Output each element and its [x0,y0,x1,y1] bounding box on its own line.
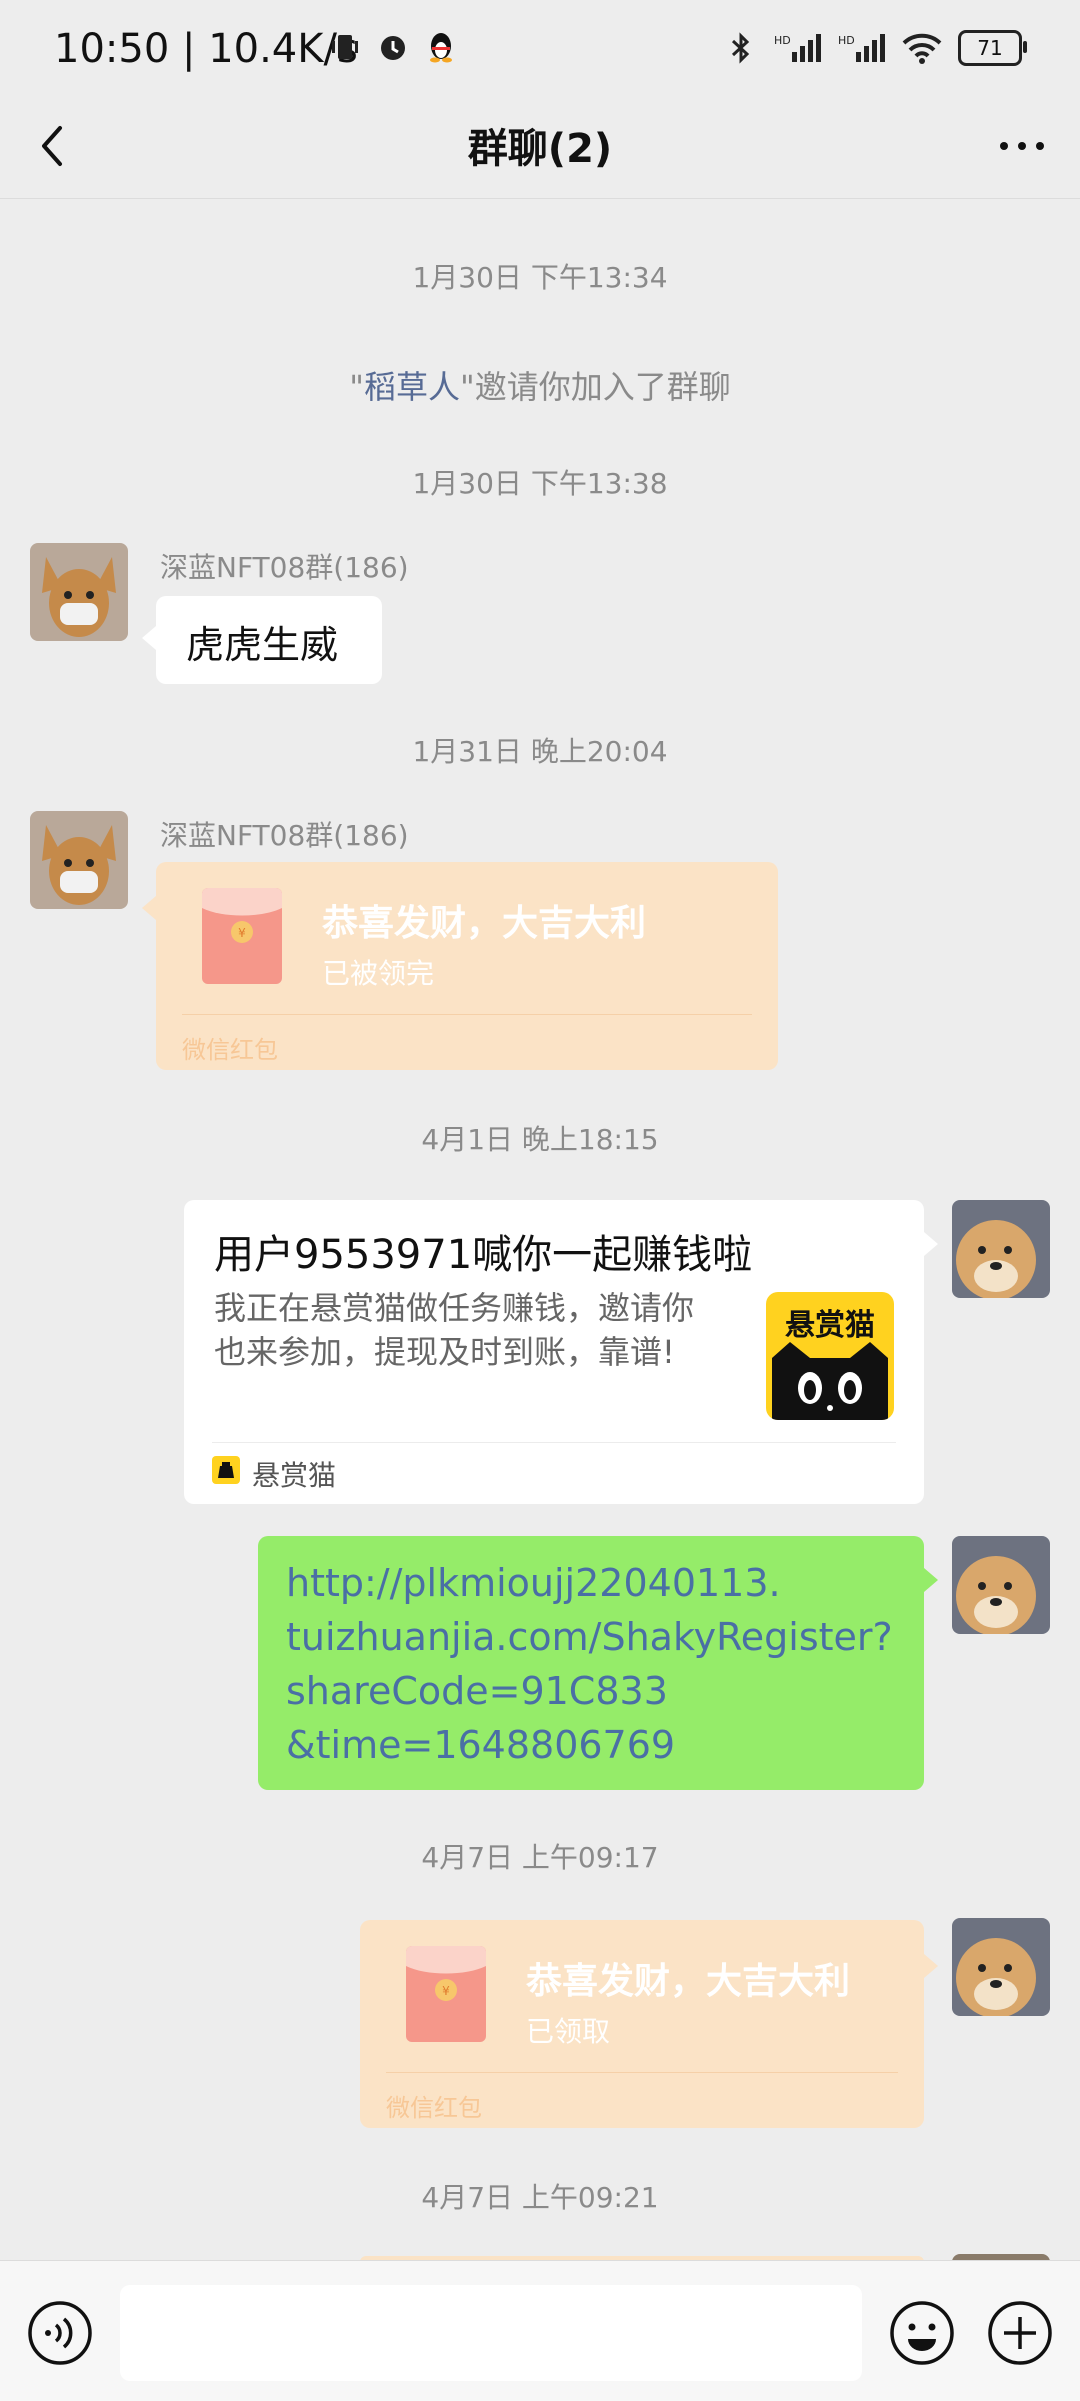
svg-text:HD: HD [774,34,791,47]
emoji-icon[interactable] [888,2299,956,2367]
system-message: "稻草人"邀请你加入了群聊 [349,368,731,406]
timestamp: 4月7日 上午09:21 [421,2181,659,2214]
message-input[interactable] [120,2285,862,2381]
timestamp: 1月30日 下午13:38 [412,467,668,500]
hd-signal-icon: HD [838,31,886,65]
message-bubble[interactable]: 虎虎生威 [142,596,382,684]
status-icons-left [328,30,458,64]
status-time: 10:50 | 10.4K/s [54,26,358,72]
message-text: 虎虎生威 [186,623,339,667]
voice-icon[interactable] [26,2299,94,2367]
card-logo: 悬赏猫 [766,1292,894,1420]
sender-name: 深蓝NFT08群(186) [160,819,409,852]
sender-name: 深蓝NFT08群(186) [160,551,409,584]
cat-icon [772,1342,888,1420]
timestamp: 4月1日 晚上18:15 [421,1123,659,1156]
chat-title: 群聊(2) [467,126,613,172]
red-packet-title: 恭喜发财，大吉大利 [526,1961,851,2002]
self-avatar[interactable] [952,1200,1050,1298]
battery-icon: 71 [958,30,1027,66]
svg-text:¥: ¥ [442,1984,450,1998]
bluetooth-icon [724,31,758,65]
card-description: 我正在悬赏猫做任务赚钱，邀请你 也来参加，提现及时到账，靠谱! [214,1289,695,1371]
red-packet-status: 已领取 [526,2015,611,2048]
status-icons-right: HD HD 71 [724,30,1027,66]
svg-text:HD: HD [838,34,855,47]
timestamp: 1月31日 晚上20:04 [412,735,668,768]
red-packet-status: 已被领完 [322,957,435,990]
plus-icon[interactable] [986,2299,1054,2367]
inviter-name-link[interactable]: 稻草人 [364,368,460,406]
self-avatar[interactable] [952,1918,1050,2016]
timestamp: 4月7日 上午09:17 [421,1841,659,1874]
red-packet-footer: 微信红包 [386,2094,482,2122]
avatar[interactable] [30,543,128,641]
self-avatar[interactable] [952,1536,1050,1634]
red-packet-footer: 微信红包 [182,1036,278,1064]
red-packet-message[interactable]: ¥ 恭喜发财，大吉大利 已领取 微信红包 [360,1920,938,2128]
avatar[interactable] [30,811,128,909]
more-dots-icon[interactable] [992,126,1052,166]
chat-header: 群聊(2) [0,100,1080,199]
status-bar: 10:50 | 10.4K/s HD HD 71 [0,0,1080,100]
link-message-bubble[interactable]: http://plkmioujj22040113. tuizhuanjia.co… [258,1536,938,1790]
red-packet-title: 恭喜发财，大吉大利 [322,903,647,944]
svg-text:¥: ¥ [238,926,246,940]
timestamp: 1月30日 下午13:34 [412,261,668,294]
wifi-icon [902,31,942,65]
card-title: 用户9553971喊你一起赚钱啦 [214,1232,753,1278]
message-link[interactable]: http://plkmioujj22040113. tuizhuanjia.co… [286,1556,893,1772]
vibrate-icon [328,30,362,64]
red-packet-message[interactable]: ¥ 恭喜发财，大吉大利 已被领完 微信红包 [142,862,778,1070]
card-source-icon [212,1456,240,1484]
red-envelope-icon: ¥ [406,1946,486,2042]
hd-signal-icon: HD [774,31,822,65]
alarm-icon [376,30,410,64]
qq-penguin-icon [424,30,458,64]
input-bar [0,2260,1080,2401]
card-source-name: 悬赏猫 [252,1459,337,1492]
red-envelope-icon: ¥ [202,888,282,984]
share-card-message[interactable]: 用户9553971喊你一起赚钱啦 我正在悬赏猫做任务赚钱，邀请你 也来参加，提现… [184,1200,938,1504]
